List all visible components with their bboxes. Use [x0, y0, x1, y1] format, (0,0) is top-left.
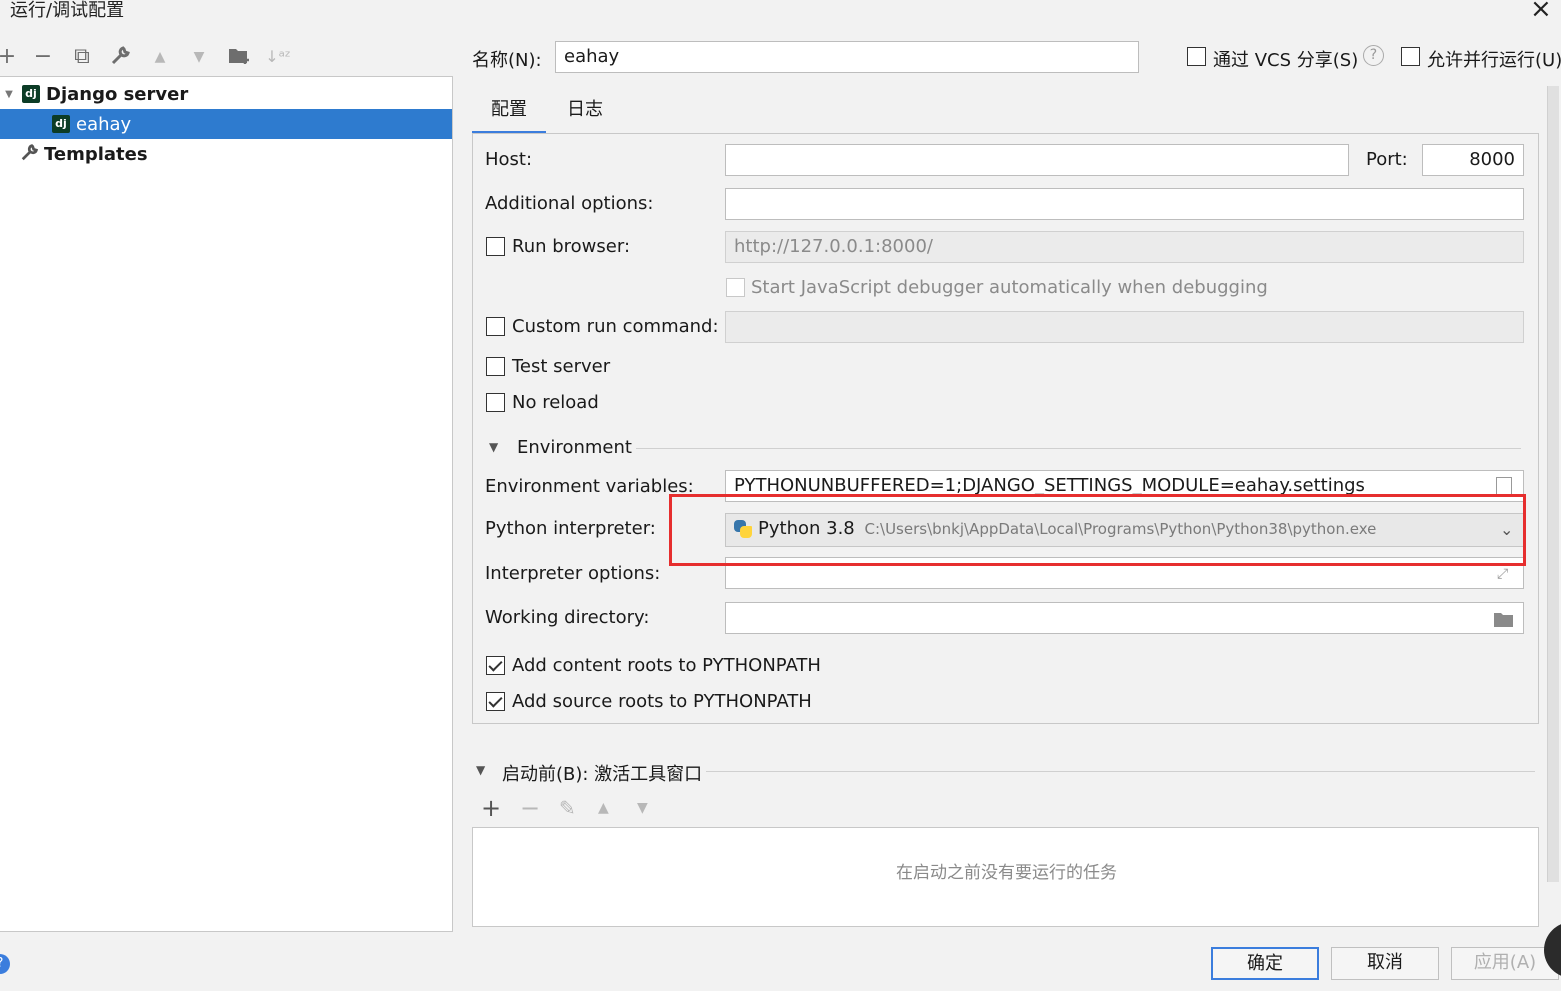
up-arrow-icon[interactable]: ▲ — [598, 800, 609, 816]
section-divider — [636, 448, 1521, 449]
edit-icon[interactable]: ✎ — [559, 796, 576, 820]
cancel-button[interactable]: 取消 — [1331, 947, 1439, 980]
down-arrow-icon[interactable]: ▼ — [637, 800, 648, 816]
host-input[interactable] — [725, 144, 1349, 176]
js-debugger-checkbox[interactable] — [726, 278, 745, 297]
run-browser-url-input[interactable]: http://127.0.0.1:8000/ — [725, 231, 1524, 263]
working-directory-label: Working directory: — [485, 607, 650, 628]
additional-options-label: Additional options: — [485, 193, 654, 214]
chevron-down-icon[interactable]: ▼ — [476, 763, 485, 777]
custom-run-command-input[interactable] — [725, 311, 1524, 343]
test-server-checkbox[interactable] — [486, 357, 505, 376]
content-roots-label: Add content roots to PYTHONPATH — [512, 655, 821, 676]
test-server-label: Test server — [512, 356, 611, 377]
name-field[interactable]: eahay — [555, 41, 1139, 73]
before-launch-label: 启动前(B): 激活工具窗口 — [502, 764, 703, 785]
python-interpreter-label: Python interpreter: — [485, 518, 656, 539]
empty-tasks-text: 在启动之前没有要运行的任务 — [896, 863, 1117, 883]
source-roots-checkbox[interactable] — [486, 692, 505, 711]
help-icon[interactable]: ? — [1363, 45, 1384, 66]
add-icon[interactable]: + — [0, 44, 20, 70]
copy-icon[interactable]: ⧉ — [69, 44, 95, 70]
config-tree: ▼ dj Django server dj eahay Templates — [0, 76, 453, 932]
host-label: Host: — [485, 149, 533, 170]
highlight-box — [669, 494, 1526, 566]
port-input[interactable]: 8000 — [1422, 144, 1524, 176]
working-directory-input[interactable] — [725, 602, 1524, 634]
config-panel — [472, 133, 1539, 724]
source-roots-label: Add source roots to PYTHONPATH — [512, 691, 812, 712]
help-icon[interactable]: ? — [0, 954, 10, 974]
name-label: 名称(N): — [472, 50, 542, 71]
remove-icon[interactable]: − — [520, 794, 540, 822]
port-label: Port: — [1366, 149, 1408, 170]
tree-item-django-server[interactable]: ▼ dj Django server — [0, 79, 452, 109]
allow-parallel-label: 允许并行运行(U) — [1427, 50, 1561, 71]
tree-item-templates[interactable]: Templates — [0, 139, 452, 169]
vcs-share-checkbox[interactable] — [1187, 47, 1206, 66]
add-icon[interactable]: + — [481, 794, 501, 822]
remove-icon[interactable]: − — [30, 44, 56, 70]
scrollbar[interactable] — [1547, 86, 1559, 882]
wrench-icon — [20, 142, 40, 167]
new-folder-icon[interactable] — [226, 44, 252, 70]
down-arrow-icon[interactable]: ▼ — [186, 44, 212, 70]
sort-icon[interactable]: ↓ᵃᶻ — [265, 44, 291, 70]
run-browser-checkbox[interactable] — [486, 237, 505, 256]
django-icon: dj — [22, 85, 40, 103]
run-browser-label: Run browser: — [512, 236, 631, 257]
tree-item-label: Django server — [46, 83, 189, 105]
tree-item-label: eahay — [76, 113, 132, 135]
window-title: 运行/调试配置 — [10, 0, 125, 21]
wrench-icon[interactable] — [108, 44, 134, 70]
tree-item-eahay[interactable]: dj eahay — [0, 109, 452, 139]
document-icon[interactable] — [1496, 477, 1512, 495]
interpreter-options-label: Interpreter options: — [485, 563, 661, 584]
additional-options-input[interactable] — [725, 188, 1524, 220]
expand-icon[interactable]: ⤢ — [1497, 566, 1508, 582]
chevron-down-icon[interactable]: ▼ — [0, 89, 18, 100]
js-debugger-label: Start JavaScript debugger automatically … — [751, 277, 1268, 298]
chevron-down-icon[interactable]: ▼ — [489, 440, 498, 454]
no-reload-checkbox[interactable] — [486, 393, 505, 412]
content-roots-checkbox[interactable] — [486, 656, 505, 675]
tree-item-label: Templates — [44, 143, 148, 165]
env-vars-label: Environment variables: — [485, 476, 694, 497]
ok-button[interactable]: 确定 — [1211, 947, 1319, 980]
vcs-share-label: 通过 VCS 分享(S) — [1213, 50, 1359, 71]
up-arrow-icon[interactable]: ▲ — [147, 44, 173, 70]
apply-button[interactable]: 应用(A) — [1451, 947, 1559, 980]
tab-config[interactable]: 配置 — [472, 92, 546, 134]
no-reload-label: No reload — [512, 392, 599, 413]
custom-run-command-label: Custom run command: — [512, 316, 719, 337]
close-icon[interactable]: × — [1530, 0, 1552, 24]
custom-run-command-checkbox[interactable] — [486, 317, 505, 336]
folder-icon[interactable] — [1493, 610, 1515, 633]
allow-parallel-checkbox[interactable] — [1401, 47, 1420, 66]
before-launch-task-list: 在启动之前没有要运行的任务 — [472, 827, 1539, 927]
environment-section-label: Environment — [517, 437, 632, 458]
section-divider — [706, 771, 1535, 772]
tab-log[interactable]: 日志 — [556, 92, 614, 134]
django-icon: dj — [52, 115, 70, 133]
